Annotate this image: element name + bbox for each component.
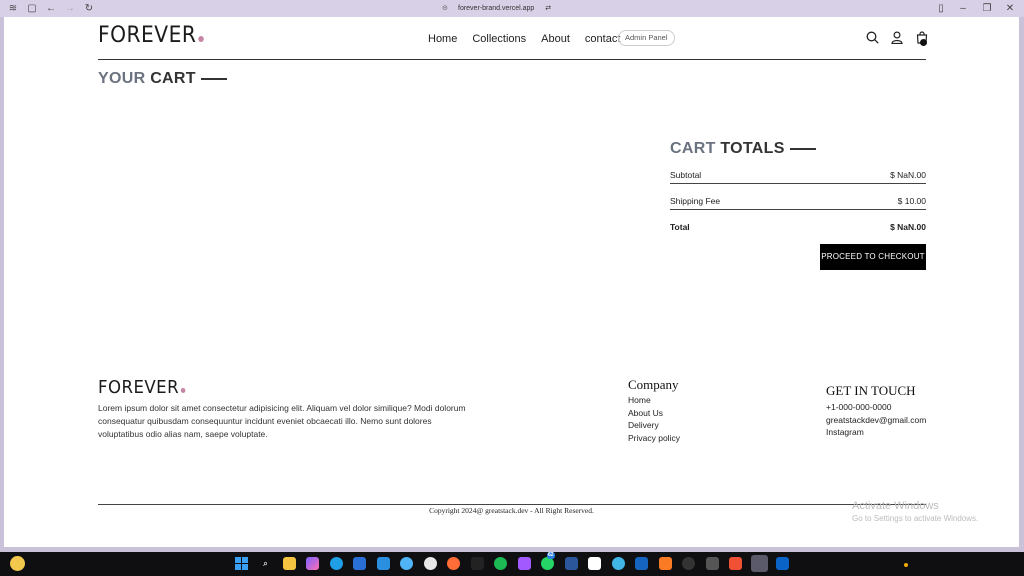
cart-totals-title: CART TOTALS [670, 140, 816, 158]
split-view-icon[interactable]: ▯ [935, 3, 947, 14]
company-links: Home About Us Delivery Privacy policy [628, 394, 680, 445]
vscode-icon[interactable] [377, 557, 390, 570]
footer-link-privacy[interactable]: Privacy policy [628, 432, 680, 445]
activate-windows-watermark: Activate Windows Go to Settings to activ… [852, 500, 978, 523]
spotify-icon[interactable] [494, 557, 507, 570]
web-page: FOREVER Home Collections About contact A… [4, 17, 1019, 547]
file-explorer-icon[interactable] [283, 557, 296, 570]
title-part-a: YOUR [98, 70, 146, 87]
title-underline [789, 147, 816, 150]
contact-list: +1-000-000-0000 greatstackdev@gmail.com … [826, 401, 926, 439]
shipping-value: $ 10.00 [897, 196, 926, 206]
address-bar[interactable]: ⊝ forever-brand.vercel.app ⇄ [442, 3, 551, 14]
edge-dev-icon[interactable] [612, 557, 625, 570]
total-row: Total $ NaN.00 [670, 222, 926, 232]
footer-link-delivery[interactable]: Delivery [628, 419, 680, 432]
company-heading: Company [628, 377, 679, 392]
watermark-title: Activate Windows [852, 500, 939, 512]
proceed-to-checkout-button[interactable]: PROCEED TO CHECKOUT [820, 244, 926, 270]
site-settings-icon[interactable]: ⇄ [545, 5, 551, 12]
totals-divider [670, 209, 926, 210]
contact-phone: +1-000-000-0000 [826, 402, 892, 412]
footer-description: Lorem ipsum dolor sit amet consectetur a… [98, 403, 466, 439]
calculator-icon[interactable] [706, 557, 719, 570]
browser-active-icon[interactable] [751, 555, 768, 572]
footer-link-about[interactable]: About Us [628, 407, 680, 420]
minimize-icon[interactable]: – [957, 3, 969, 14]
copilot-icon[interactable] [306, 557, 319, 570]
title-underline [200, 77, 227, 80]
git-icon[interactable] [729, 557, 742, 570]
total-value: $ NaN.00 [890, 222, 926, 232]
title-part-b: TOTALS [720, 140, 785, 157]
admin-panel-button[interactable]: Admin Panel [618, 30, 675, 46]
refresh-icon[interactable]: ↻ [83, 3, 95, 14]
github-icon[interactable] [682, 557, 695, 570]
browser-chrome: ≋ ▢ ← → ↻ ⊝ forever-brand.vercel.app ⇄ ▯ … [0, 0, 1024, 17]
main-nav: Home Collections About contact [428, 32, 635, 46]
logo-dot [180, 388, 186, 393]
totals-divider [670, 183, 926, 184]
total-label: Total [670, 222, 690, 232]
subtotal-label: Subtotal [670, 170, 702, 180]
chrome-icon[interactable] [424, 557, 437, 570]
taskbar: ⌕ 62 [0, 552, 1024, 576]
profile-icon[interactable] [891, 31, 903, 49]
title-part-a: CART [670, 140, 716, 157]
maximize-icon[interactable]: ❐ [981, 3, 993, 14]
figma-icon[interactable] [518, 557, 531, 570]
close-icon[interactable]: ✕ [1004, 3, 1016, 14]
url-text: forever-brand.vercel.app [458, 5, 535, 12]
footer-divider [98, 504, 926, 505]
search-icon[interactable]: ⌕ [259, 557, 272, 570]
terminal-icon[interactable] [471, 557, 484, 570]
nav-home[interactable]: Home [428, 32, 457, 46]
contact-email[interactable]: greatstackdev@gmail.com [826, 414, 926, 427]
watermark-subtitle: Go to Settings to activate Windows. [852, 514, 979, 523]
sidebar-icon[interactable]: ≋ [7, 3, 19, 14]
contact-instagram[interactable]: Instagram [826, 426, 926, 439]
outlook-icon[interactable] [776, 557, 789, 570]
title-part-b: CART [150, 70, 196, 87]
shipping-row: Shipping Fee $ 10.00 [670, 196, 926, 206]
navbar-divider [98, 59, 926, 60]
store-icon[interactable] [353, 557, 366, 570]
edge-icon[interactable] [330, 557, 343, 570]
recycle-icon[interactable] [400, 557, 413, 570]
nav-contact[interactable]: contact [585, 32, 620, 46]
subtotal-row: Subtotal $ NaN.00 [670, 170, 926, 180]
search-icon[interactable] [866, 31, 879, 49]
forward-icon[interactable]: → [64, 3, 76, 14]
xampp-icon[interactable] [659, 557, 672, 570]
cart-count-badge [920, 39, 927, 46]
get-in-touch-heading: GET IN TOUCH [826, 383, 916, 398]
nav-about[interactable]: About [541, 32, 570, 46]
nav-collections[interactable]: Collections [472, 32, 526, 46]
logo-text: FOREVER [98, 23, 197, 48]
shipping-label: Shipping Fee [670, 196, 721, 206]
footer-link-home[interactable]: Home [628, 394, 680, 407]
postman-icon[interactable] [447, 557, 460, 570]
subtotal-value: $ NaN.00 [890, 170, 926, 180]
footer-logo[interactable]: FOREVER [98, 377, 186, 398]
word-icon[interactable] [565, 557, 578, 570]
brand-logo[interactable]: FOREVER [98, 23, 204, 48]
logo-dot [198, 36, 204, 42]
page-title: YOUR CART [98, 70, 227, 88]
back-icon[interactable]: ← [45, 3, 57, 14]
weather-icon[interactable] [10, 556, 25, 571]
whatsapp-icon[interactable]: 62 [541, 552, 555, 570]
notion-icon[interactable] [588, 557, 601, 570]
tabs-icon[interactable]: ▢ [26, 3, 38, 14]
whatsapp-badge: 62 [547, 552, 555, 559]
logo-text: FOREVER [98, 377, 180, 398]
link-icon: ⊝ [442, 5, 448, 12]
l-app-icon[interactable] [635, 557, 648, 570]
tray-indicator-icon[interactable] [904, 563, 908, 567]
start-icon[interactable] [235, 557, 248, 570]
